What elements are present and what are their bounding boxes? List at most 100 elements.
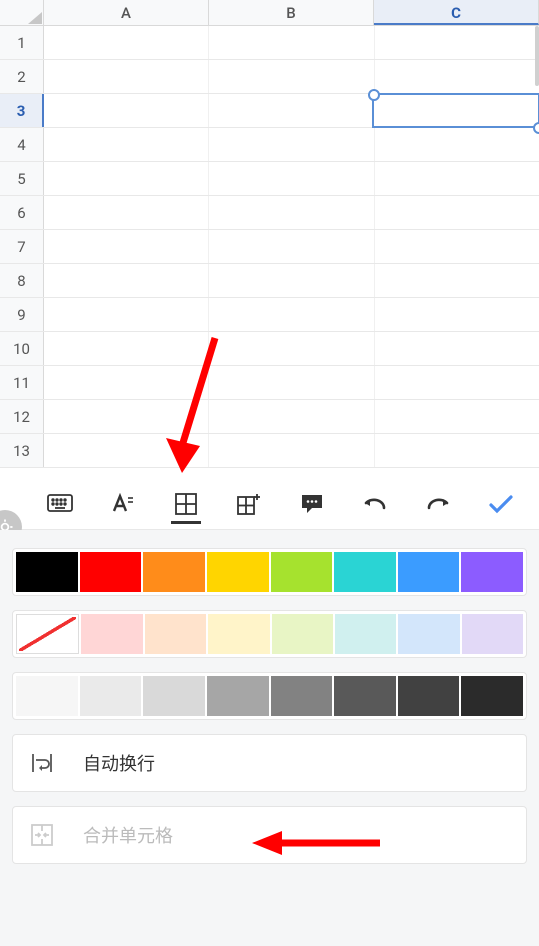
- cell-A2[interactable]: [44, 60, 209, 93]
- color-swatch-828282[interactable]: [271, 676, 333, 716]
- cell-B12[interactable]: [209, 400, 374, 433]
- row-header-2[interactable]: 2: [0, 60, 44, 93]
- cell-B1[interactable]: [209, 26, 374, 59]
- selection-handle-tl[interactable]: [368, 89, 380, 101]
- cell-A8[interactable]: [44, 264, 209, 297]
- table-row: 6: [0, 196, 539, 230]
- text-format-icon[interactable]: [106, 482, 140, 526]
- cell-A13[interactable]: [44, 434, 209, 467]
- cell-C7[interactable]: [375, 230, 539, 263]
- color-swatch-e2d9f7[interactable]: [462, 614, 523, 654]
- cell-B13[interactable]: [209, 434, 374, 467]
- color-swatch-ff0000[interactable]: [80, 552, 142, 592]
- cell-B8[interactable]: [209, 264, 374, 297]
- selection-handle-br[interactable]: [533, 122, 539, 134]
- color-swatch-3b9cff[interactable]: [398, 552, 460, 592]
- cell-A4[interactable]: [44, 128, 209, 161]
- merge-cells-button[interactable]: 合并单元格: [12, 806, 527, 864]
- color-swatch-000000[interactable]: [16, 552, 78, 592]
- cell-B3[interactable]: [209, 94, 374, 127]
- cell-B11[interactable]: [209, 366, 374, 399]
- color-swatch-595959[interactable]: [334, 676, 396, 716]
- cell-C5[interactable]: [375, 162, 539, 195]
- comment-icon[interactable]: [295, 482, 329, 526]
- color-swatch-no-fill[interactable]: [16, 614, 79, 654]
- cell-C10[interactable]: [375, 332, 539, 365]
- column-header-B[interactable]: B: [209, 0, 374, 25]
- cell-B4[interactable]: [209, 128, 374, 161]
- cell-A11[interactable]: [44, 366, 209, 399]
- table-row: 7: [0, 230, 539, 264]
- color-swatch-a6a6a6[interactable]: [207, 676, 269, 716]
- color-swatch-414141[interactable]: [398, 676, 460, 716]
- color-swatch-ffd500[interactable]: [207, 552, 269, 592]
- redo-icon[interactable]: [421, 482, 455, 526]
- color-swatch-a6e22e[interactable]: [271, 552, 333, 592]
- cell-C9[interactable]: [375, 298, 539, 331]
- row-header-13[interactable]: 13: [0, 434, 44, 467]
- cell-A3[interactable]: [44, 94, 209, 127]
- column-headers: A B C: [0, 0, 539, 26]
- cell-B7[interactable]: [209, 230, 374, 263]
- cell-C2[interactable]: [375, 60, 539, 93]
- color-swatch-e8f5c5[interactable]: [272, 614, 333, 654]
- cell-C1[interactable]: [375, 26, 539, 59]
- color-swatch-eaeaea[interactable]: [80, 676, 142, 716]
- row-header-1[interactable]: 1: [0, 26, 44, 59]
- cell-C3[interactable]: [372, 93, 539, 128]
- wrap-text-button[interactable]: 自动换行: [12, 734, 527, 792]
- table-row: 3: [0, 94, 539, 128]
- cell-C13[interactable]: [375, 434, 539, 467]
- cell-A1[interactable]: [44, 26, 209, 59]
- cell-B10[interactable]: [209, 332, 374, 365]
- row-header-6[interactable]: 6: [0, 196, 44, 229]
- cell-A5[interactable]: [44, 162, 209, 195]
- merge-cells-icon: [29, 824, 55, 846]
- color-swatch-d3e6fb[interactable]: [398, 614, 459, 654]
- color-swatch-d0f0ef[interactable]: [335, 614, 396, 654]
- cell-format-icon[interactable]: [169, 482, 203, 526]
- cell-A10[interactable]: [44, 332, 209, 365]
- column-header-C[interactable]: C: [374, 0, 539, 25]
- color-swatch-2b2b2b[interactable]: [461, 676, 523, 716]
- color-swatch-ffe3cc[interactable]: [145, 614, 206, 654]
- cell-B9[interactable]: [209, 298, 374, 331]
- color-swatch-d9d9d9[interactable]: [143, 676, 205, 716]
- row-header-11[interactable]: 11: [0, 366, 44, 399]
- color-swatch-ff8c1a[interactable]: [143, 552, 205, 592]
- row-header-10[interactable]: 10: [0, 332, 44, 365]
- color-swatch-ffd6d6[interactable]: [81, 614, 142, 654]
- row-header-12[interactable]: 12: [0, 400, 44, 433]
- row-header-4[interactable]: 4: [0, 128, 44, 161]
- color-swatch-8c5cff[interactable]: [461, 552, 523, 592]
- cell-C4[interactable]: [375, 128, 539, 161]
- cell-C8[interactable]: [375, 264, 539, 297]
- cell-A12[interactable]: [44, 400, 209, 433]
- color-swatch-2ad4d4[interactable]: [334, 552, 396, 592]
- cell-A9[interactable]: [44, 298, 209, 331]
- color-swatch-f6f6f6[interactable]: [16, 676, 78, 716]
- cell-A7[interactable]: [44, 230, 209, 263]
- scrollbar-vertical[interactable]: [535, 26, 539, 86]
- row-header-7[interactable]: 7: [0, 230, 44, 263]
- cell-B2[interactable]: [209, 60, 374, 93]
- row-header-3[interactable]: 3: [0, 94, 44, 127]
- cell-C11[interactable]: [375, 366, 539, 399]
- cell-B6[interactable]: [209, 196, 374, 229]
- row-header-8[interactable]: 8: [0, 264, 44, 297]
- undo-icon[interactable]: [358, 482, 392, 526]
- row-header-5[interactable]: 5: [0, 162, 44, 195]
- cell-C12[interactable]: [375, 400, 539, 433]
- table-row: 11: [0, 366, 539, 400]
- insert-icon[interactable]: [232, 482, 266, 526]
- cell-C6[interactable]: [375, 196, 539, 229]
- wrap-text-icon: [29, 752, 55, 774]
- confirm-icon[interactable]: [484, 482, 518, 526]
- color-swatch-fff4c9[interactable]: [208, 614, 269, 654]
- keyboard-icon[interactable]: [43, 482, 77, 526]
- cell-B5[interactable]: [209, 162, 374, 195]
- column-header-A[interactable]: A: [44, 0, 209, 25]
- row-header-9[interactable]: 9: [0, 298, 44, 331]
- cell-A6[interactable]: [44, 196, 209, 229]
- color-swatch-row-2: [12, 672, 527, 720]
